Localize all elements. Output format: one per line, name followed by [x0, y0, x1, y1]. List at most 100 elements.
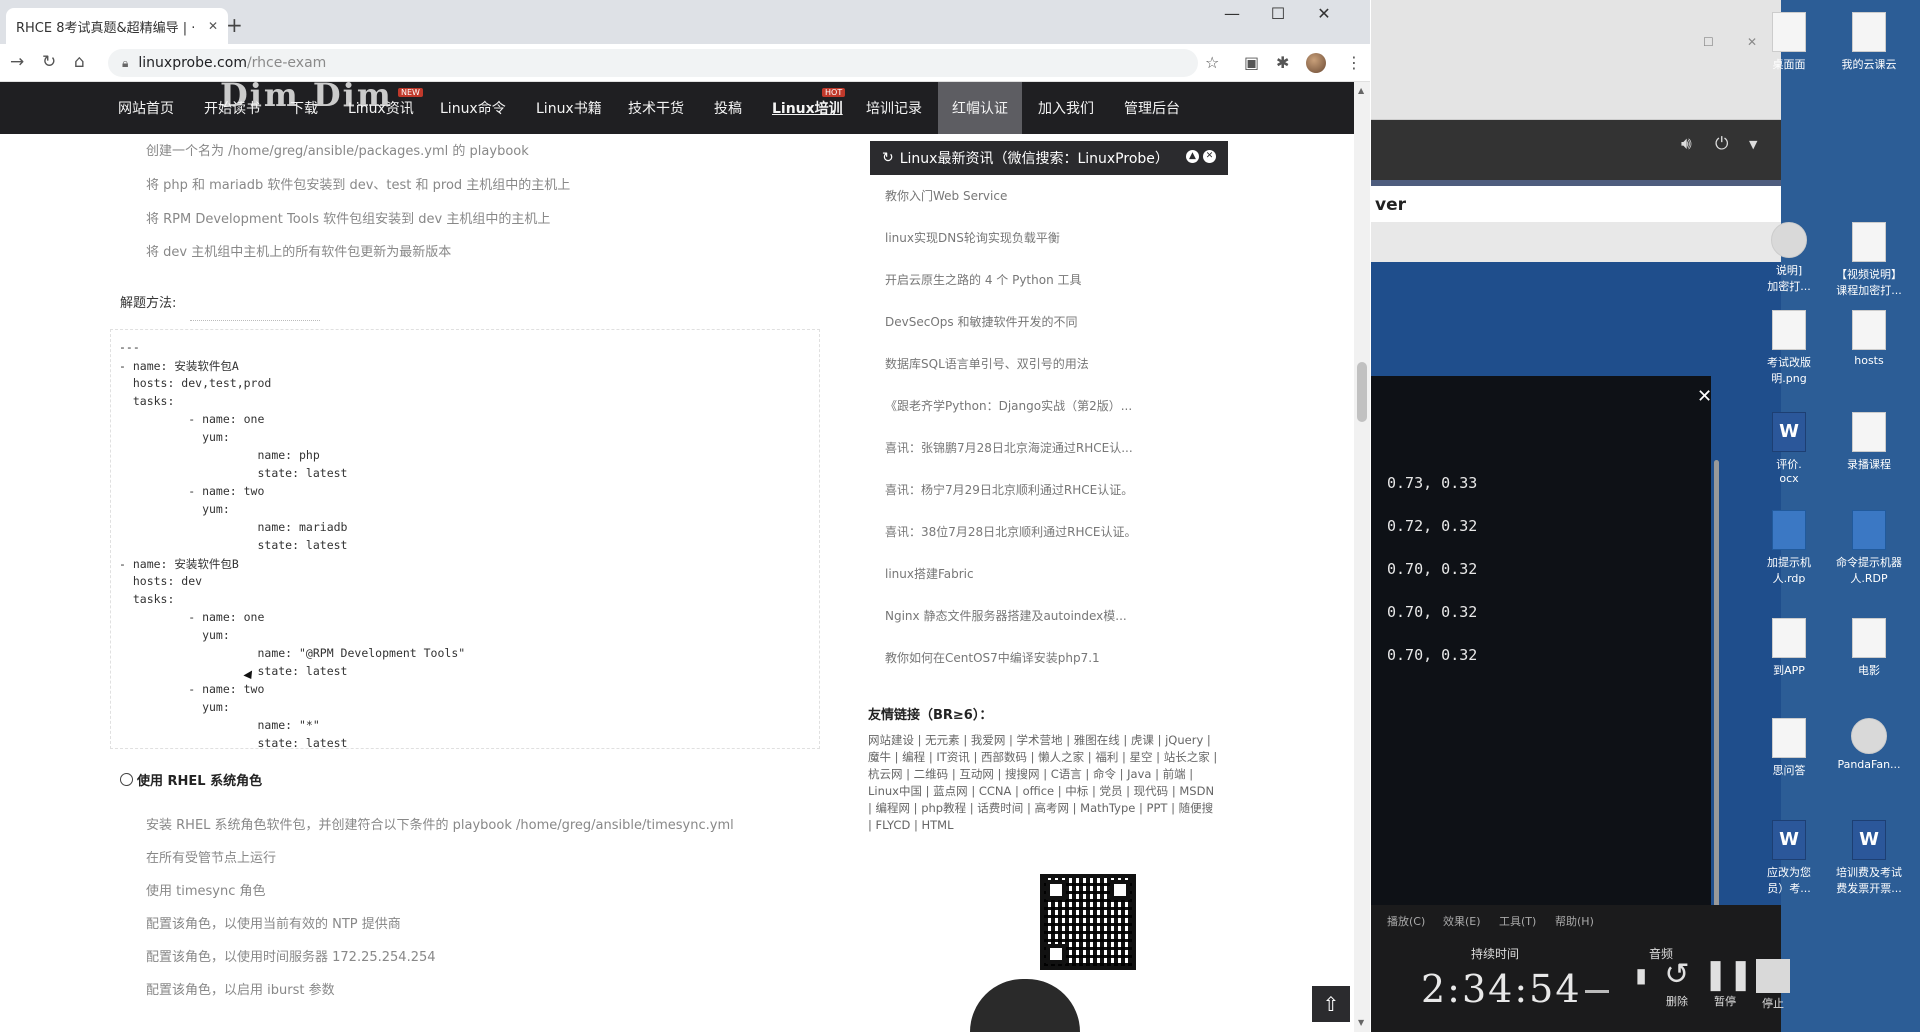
lock-icon: 🔒︎	[122, 55, 129, 70]
nav-item-admin[interactable]: 管理后台	[1124, 98, 1180, 118]
news-item[interactable]: 喜讯：杨宁7月29日北京顺利通过RHCE认证。	[885, 481, 1133, 498]
url-input[interactable]: 🔒︎ linuxprobe.com/rhce-exam	[108, 49, 1198, 77]
home-icon[interactable]: ⌂	[74, 52, 85, 72]
news-item[interactable]: 教你入门Web Service	[885, 187, 1007, 204]
extension-icon[interactable]: ▣	[1244, 53, 1259, 72]
stop-icon	[1756, 959, 1790, 993]
pause-button[interactable]: ❚❚ 暂停	[1703, 957, 1753, 1009]
code-line: - name: 安装软件包B	[119, 557, 239, 571]
menu-play[interactable]: 播放(C)	[1387, 913, 1425, 929]
desktop-icon[interactable]: 思问答	[1749, 718, 1829, 778]
nav-item-news[interactable]: Linux资讯	[348, 98, 414, 118]
scroll-down-icon[interactable]: ▼	[1358, 1018, 1364, 1027]
desktop-icon[interactable]: hosts	[1829, 310, 1909, 367]
scroll-thumb[interactable]	[1357, 362, 1367, 422]
puzzle-icon[interactable]: ✱	[1276, 53, 1289, 72]
stop-button[interactable]: 停止	[1751, 957, 1795, 1011]
page-scrollbar[interactable]: ▲ ▼	[1354, 82, 1370, 1032]
nav-item-home[interactable]: 网站首页	[118, 98, 174, 118]
terminal-line: 0.72, 0.32	[1387, 517, 1478, 535]
refresh-icon[interactable]: ↻	[882, 150, 894, 166]
close-icon[interactable]: ✕	[1203, 150, 1216, 163]
app-icon	[1771, 222, 1807, 258]
volume-slider[interactable]	[1585, 990, 1609, 993]
close-window-button[interactable]: ✕	[1301, 4, 1347, 23]
icon-label: 培训费及考试 费发票开票...	[1836, 866, 1902, 895]
chevron-down-icon[interactable]: ▼	[1749, 138, 1757, 151]
terminal-window: 0.73, 0.33 0.72, 0.32 0.70, 0.32 0.70, 0…	[1371, 376, 1711, 910]
desktop-icon[interactable]: 命令提示机器 人.RDP	[1829, 510, 1909, 586]
browser-tab[interactable]: RHCE 8考试真题&超精编导 | · ✕	[6, 8, 228, 44]
nav-item-redhat[interactable]: 红帽认证	[938, 82, 1022, 134]
news-item[interactable]: 数据库SQL语言单引号、双引号的用法	[885, 355, 1089, 372]
nav-item-records[interactable]: 培训记录	[866, 98, 922, 118]
nav-item-tech[interactable]: 技术干货	[628, 98, 684, 118]
news-item[interactable]: 《跟老齐学Python：Django实战（第2版）...	[885, 397, 1132, 414]
task-line: 将 php 和 mariadb 软件包安装到 dev、test 和 prod 主…	[146, 178, 571, 193]
desktop-icon[interactable]: 说明] 加密打...	[1749, 222, 1829, 294]
desktop-icon[interactable]: 电影	[1829, 618, 1909, 678]
news-item[interactable]: linux搭建Fabric	[885, 565, 974, 582]
file-icon	[1772, 12, 1806, 52]
news-item[interactable]: DevSecOps 和敏捷软件开发的不同	[885, 313, 1077, 330]
code-block: --- - name: 安装软件包A hosts: dev,test,prod …	[110, 329, 820, 750]
power-icon[interactable]: ⏻	[1715, 134, 1728, 154]
nav-badge-new: NEW	[398, 88, 423, 97]
rdp-icon	[1852, 510, 1886, 550]
menu-help[interactable]: 帮助(H)	[1555, 913, 1594, 929]
desktop-icon[interactable]: 加提示机 人.rdp	[1749, 510, 1829, 586]
news-item[interactable]: 喜讯：张锦鹏7月28日北京海淀通过RHCE认...	[885, 439, 1133, 456]
news-item[interactable]: linux实现DNS轮询实现负载平衡	[885, 229, 1060, 246]
reload-icon[interactable]: ↻	[42, 52, 56, 72]
scroll-up-icon[interactable]: ▲	[1358, 86, 1364, 95]
tab-strip: RHCE 8考试真题&超精编导 | · ✕ + — ☐ ✕	[0, 0, 1370, 44]
maximize-button[interactable]: ☐	[1255, 4, 1301, 23]
window-band	[1371, 222, 1781, 262]
maximize-icon[interactable]: ☐	[1703, 35, 1714, 49]
file-icon	[1852, 310, 1886, 350]
nav-item-training[interactable]: Linux培训	[772, 98, 843, 118]
minimize-button[interactable]: —	[1209, 4, 1255, 23]
image-icon	[1772, 310, 1806, 350]
menu-dots-icon[interactable]: ⋮	[1346, 53, 1362, 72]
nav-item-books[interactable]: Linux书籍	[536, 98, 602, 118]
desktop-icon[interactable]: 到APP	[1749, 618, 1829, 678]
icon-label: 评价. ocx	[1776, 458, 1802, 485]
code-line: yum:	[119, 628, 230, 642]
tab-close-icon[interactable]: ✕	[208, 19, 218, 33]
collapse-icon[interactable]: ▲	[1186, 150, 1199, 163]
nav-item-commands[interactable]: Linux命令	[440, 98, 506, 118]
solution-label: 解题方法:	[120, 296, 177, 311]
terminal-scrollbar[interactable]	[1714, 460, 1719, 910]
desktop-icon[interactable]: 桌面面	[1749, 12, 1829, 72]
news-item[interactable]: 教你如何在CentOS7中编译安装php7.1	[885, 649, 1100, 666]
pause-label: 暂停	[1714, 995, 1736, 1008]
bookmark-star-icon[interactable]: ☆	[1205, 53, 1219, 72]
volume-icon[interactable]: 🔊︎	[1681, 134, 1692, 154]
nav-item-submit[interactable]: 投稿	[714, 98, 742, 118]
desktop-icon[interactable]: 【视频说明】 课程加密打...	[1829, 222, 1909, 298]
profile-avatar[interactable]	[1306, 53, 1326, 73]
desktop-icon[interactable]: 考试改版 明.png	[1749, 310, 1829, 386]
news-item[interactable]: 喜讯：38位7月28日北京顺利通过RHCE认证。	[885, 523, 1137, 540]
mascot-image	[970, 979, 1080, 1032]
desktop-icon[interactable]: 录播课程	[1829, 412, 1909, 472]
nav-item-join[interactable]: 加入我们	[1038, 98, 1094, 118]
back-to-top-button[interactable]: ⇧	[1312, 986, 1350, 1022]
desktop-icon[interactable]: W 应改为您 员）考...	[1749, 820, 1829, 896]
desktop-icon[interactable]: W 评价. ocx	[1749, 412, 1829, 485]
desktop-icon[interactable]: 我的云课云	[1829, 12, 1909, 72]
desktop-icon[interactable]: PandaFan...	[1829, 718, 1909, 771]
delete-button[interactable]: ↺ 删除	[1655, 957, 1699, 1009]
news-item[interactable]: 开启云原生之路的 4 个 Python 工具	[885, 271, 1082, 288]
news-item[interactable]: Nginx 静态文件服务器搭建及autoindex模...	[885, 607, 1127, 624]
menu-tools[interactable]: 工具(T)	[1499, 913, 1536, 929]
friend-links[interactable]: 网站建设 | 无元素 | 我爱网 | 学术营地 | 雅图在线 | 虎课 | jQ…	[868, 732, 1218, 834]
new-tab-icon[interactable]: +	[226, 13, 243, 37]
desktop-icon[interactable]: W 培训费及考试 费发票开票...	[1829, 820, 1909, 896]
nav-item-read[interactable]: 开始读书	[204, 98, 260, 118]
terminal-close-icon[interactable]: ✕	[1697, 386, 1712, 407]
back-icon[interactable]: →	[10, 52, 24, 72]
menu-effects[interactable]: 效果(E)	[1443, 913, 1481, 929]
nav-item-download[interactable]: 下载	[290, 98, 318, 118]
